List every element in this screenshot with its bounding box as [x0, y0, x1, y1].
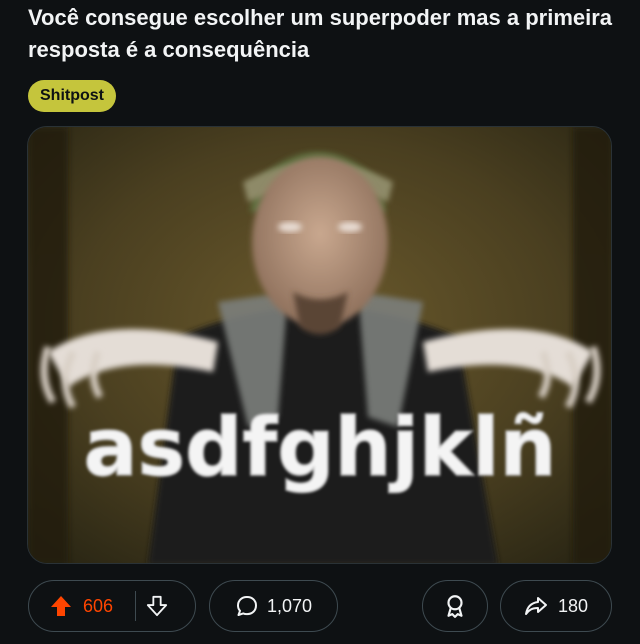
arrow-down-icon: [146, 595, 168, 617]
share-arrow-icon: [524, 597, 547, 615]
comments-button[interactable]: 1,070: [209, 580, 338, 632]
arrow-up-icon: [51, 596, 71, 616]
downvote-button[interactable]: [146, 595, 168, 617]
upvote-button[interactable]: [49, 594, 73, 618]
upvote-count: 606: [83, 595, 114, 616]
share-button[interactable]: 180: [500, 580, 612, 632]
post-title[interactable]: Você consegue escolher um superpoder mas…: [28, 2, 628, 66]
meme-picture: asdfghjklñ: [28, 127, 611, 563]
meme-caption: asdfghjklñ: [84, 401, 557, 494]
vote-bar: 606: [28, 580, 196, 632]
share-count: 180: [557, 595, 589, 616]
vote-divider: [135, 591, 136, 621]
speech-bubble-icon: [236, 596, 257, 616]
post-image[interactable]: asdfghjklñ: [27, 126, 612, 564]
comment-icon-wrap: [235, 594, 259, 618]
award-button[interactable]: [422, 580, 488, 632]
comment-count: 1,070: [266, 595, 313, 616]
flair-badge[interactable]: Shitpost: [28, 80, 116, 112]
award-ribbon-icon: [447, 595, 463, 618]
